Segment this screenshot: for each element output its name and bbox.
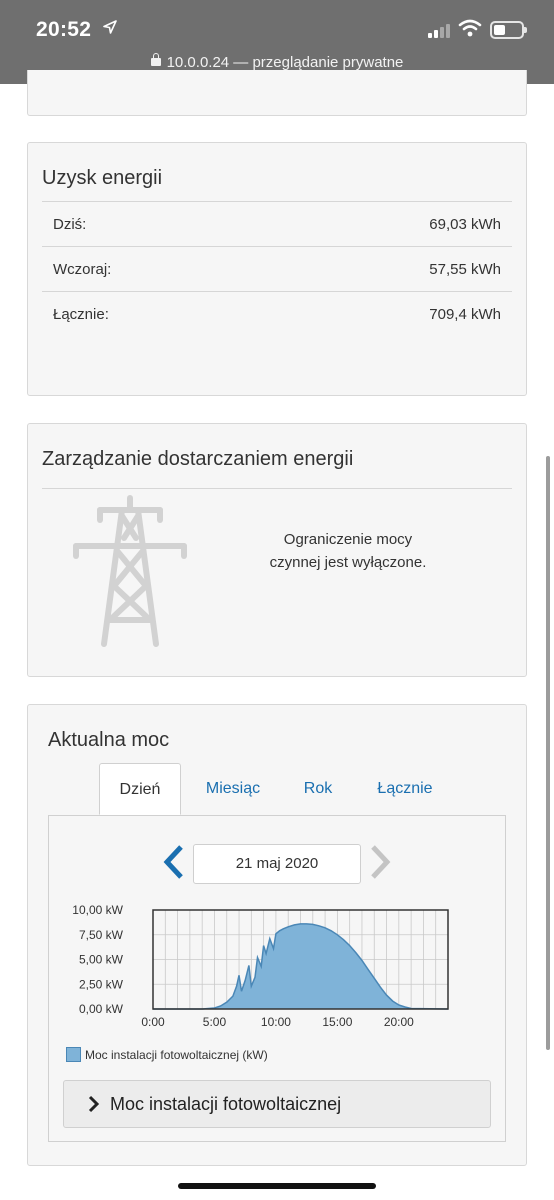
date-selector[interactable]: 21 maj 2020 [193,844,361,884]
legend-label: Moc instalacji fotowoltaicznej (kW) [85,1048,268,1062]
row-value: 69,03 kWh [429,216,501,233]
previous-panel [27,70,527,116]
energy-yield-panel: Uzysk energii Dziś: 69,03 kWh Wczoraj: 5… [27,142,527,396]
chevron-right-icon [88,1095,100,1113]
tab-day[interactable]: Dzień [99,763,181,815]
url-text: 10.0.0.24 — przeglądanie prywatne [166,54,404,71]
message-line-1: Ograniczenie mocy [283,531,413,548]
series-area [153,923,448,1009]
tab-month[interactable]: Miesiąc [192,763,274,815]
power-limit-message: Ograniczenie mocy czynnej jest wyłączone… [268,528,428,574]
x-tick-label: 20:00 [384,1015,414,1029]
tab-total[interactable]: Łącznie [364,763,446,815]
power-chart: 10,00 kW 7,50 kW 5,00 kW 2,50 kW 0,00 kW 0:00… [72,903,449,1029]
row-value: 57,55 kWh [429,261,501,278]
address-bar[interactable]: 10.0.0.24 — przeglądanie prywatne [0,53,554,71]
expander-label: Moc instalacji fotowoltaicznej [110,1094,342,1114]
x-tick-label: 15:00 [322,1015,352,1029]
y-tick-label: 7,50 kW [79,928,124,942]
home-indicator[interactable] [178,1183,376,1189]
pv-power-expander[interactable]: Moc instalacji fotowoltaicznej [63,1080,491,1128]
chart-legend[interactable]: Moc instalacji fotowoltaicznej (kW) [66,1047,268,1063]
y-tick-label: 2,50 kW [79,977,124,991]
panel-title: Zarządzanie dostarczaniem energii [42,448,354,470]
yield-row-yesterday: Wczoraj: 57,55 kWh [42,246,512,291]
x-tick-label: 0:00 [141,1015,165,1029]
row-label: Łącznie: [53,306,109,323]
lock-icon [150,53,161,66]
panel-title: Aktualna moc [48,729,170,751]
location-arrow-icon [103,20,117,34]
yield-row-total: Łącznie: 709,4 kWh [42,291,512,336]
panel-title: Uzysk energii [42,167,163,189]
row-value: 709,4 kWh [429,306,501,323]
legend-swatch [66,1047,81,1063]
grid-management-panel: Zarządzanie dostarczaniem energii Ograni… [27,423,527,677]
chevron-right-icon[interactable] [369,844,391,880]
battery-icon [490,21,527,39]
y-tick-label: 10,00 kW [72,903,123,917]
y-tick-label: 0,00 kW [79,1002,124,1016]
power-pylon-icon [73,495,187,647]
row-label: Wczoraj: [53,261,112,278]
chevron-left-icon[interactable] [163,844,185,880]
current-power-panel: Aktualna moc Dzień Miesiąc Rok Łącznie 2… [27,704,527,1166]
divider [42,488,512,489]
tab-content: 21 maj 2020 10,00 kW 7,50 kW 5,00 kW 2,50 k… [48,815,506,1142]
x-tick-label: 5:00 [203,1015,227,1029]
yield-row-today: Dziś: 69,03 kWh [42,201,512,246]
y-tick-label: 5,00 kW [79,953,124,967]
clock: 20:52 [36,18,92,41]
row-label: Dziś: [53,216,87,233]
message-line-2: czynnej jest wyłączone. [269,554,427,571]
wifi-icon [458,19,482,37]
tab-year[interactable]: Rok [286,763,350,815]
cellular-signal-icon [428,22,454,38]
x-tick-label: 10:00 [261,1015,291,1029]
scrollbar[interactable] [546,456,550,1050]
period-tabs: Dzień Miesiąc Rok Łącznie [48,763,506,815]
